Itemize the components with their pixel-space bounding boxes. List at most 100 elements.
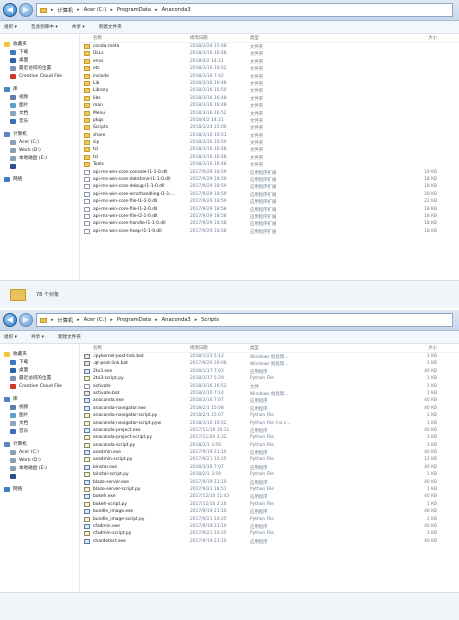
breadcrumb-item[interactable]: Anaconda3 — [162, 317, 191, 323]
sidebar-item[interactable]: 计算机 — [4, 130, 27, 138]
breadcrumb-item[interactable]: Acer (C:) — [84, 317, 107, 323]
file-row[interactable]: binstar.exe 2018/3/16 7:07 应用程序 40 KB — [82, 464, 459, 471]
toolbar-item[interactable]: 包含到库中 ▾ — [31, 24, 58, 30]
file-row[interactable]: conda-meta 2018/3/24 15:48 文件夹 — [82, 43, 459, 50]
file-row[interactable]: asadmin-script.py 2017/9/21 10:25 Python F… — [82, 456, 459, 463]
file-row[interactable]: bundle_image.exe 2017/9/19 21:10 应用程序 40 KB — [82, 508, 459, 515]
column-header-type[interactable]: 类型 — [250, 35, 259, 41]
file-row[interactable]: cfadmin-script.py 2017/9/21 10:25 Python F… — [82, 530, 459, 537]
sidebar-item[interactable]: 桌面 — [10, 56, 28, 64]
toolbar-item[interactable]: 共享 ▾ — [72, 24, 85, 30]
file-row[interactable]: Tools 2018/3/16 16:48 文件夹 — [82, 161, 459, 168]
file-row[interactable]: chardetect.exe 2017/9/19 21:10 应用程序 40 KB — [82, 538, 459, 545]
breadcrumb[interactable]: ▸ 计算机 ▸ Acer (C:) ▸ ProgramData ▸ Anaconda3 — [36, 3, 453, 17]
file-row[interactable]: blaze-server-script.py 2017/9/21 18:51 Pyt… — [82, 486, 459, 493]
file-row[interactable]: pkgs 2018/4/2 14:21 文件夹 — [82, 117, 459, 124]
file-row[interactable]: api-ms-win-core-handle-l1-1-0.dll 2017/9/… — [82, 220, 459, 227]
sidebar-item[interactable]: 本地磁盘 (E:) — [10, 464, 47, 472]
file-row[interactable]: cfadmin.exe 2017/9/19 21:10 应用程序 40 KB — [82, 523, 459, 530]
sidebar-item[interactable]: 图片 — [10, 101, 28, 109]
file-row[interactable]: share 2018/3/16 16:51 文件夹 — [82, 132, 459, 139]
sidebar-item[interactable]: 库 — [4, 85, 18, 93]
breadcrumb-item[interactable]: Scripts — [201, 317, 219, 323]
file-row[interactable]: tcl 2018/3/16 16:48 文件夹 — [82, 146, 459, 153]
sidebar-item[interactable]: Acer (C:) — [10, 138, 39, 146]
file-row[interactable]: DLLs 2018/3/16 16:48 文件夹 — [82, 50, 459, 57]
file-row[interactable]: bokeh.exe 2017/12/10 11:43 应用程序 40 KB — [82, 493, 459, 500]
file-row[interactable]: sip 2018/3/16 16:50 文件夹 — [82, 139, 459, 146]
column-header-type[interactable]: 类型 — [250, 345, 259, 351]
column-header-name[interactable]: 名称 — [93, 35, 102, 41]
file-row[interactable]: 2to3-script.py 2018/3/17 5:29 Python File 1… — [82, 375, 459, 382]
file-row[interactable]: bundle_image-script.py 2017/9/21 10:25 Pyt… — [82, 516, 459, 523]
sidebar-item[interactable]: 音乐 — [10, 427, 28, 435]
breadcrumb[interactable]: ▸ 计算机 ▸ Acer (C:) ▸ ProgramData ▸ Anaconda3 ▸ Scr… — [36, 313, 453, 327]
toolbar-item[interactable]: 新建文件夹 — [58, 334, 81, 340]
file-row[interactable]: bokeh-script.py 2017/12/10 2:16 Python Fil… — [82, 501, 459, 508]
sidebar-item[interactable]: 图片 — [10, 411, 28, 419]
sidebar-item[interactable]: 视频 — [10, 93, 28, 101]
file-row[interactable]: api-ms-win-core-debug-l1-1-0.dll 2017/9/2… — [82, 183, 459, 190]
file-row[interactable]: api-ms-win-core-heap-l1-1-0.dll 2017/9/29… — [82, 228, 459, 235]
forward-button[interactable]: ▶ — [19, 3, 33, 17]
column-header-date[interactable]: 修改日期 — [190, 35, 208, 41]
file-row[interactable]: binstar-script.py 2018/2/1 3:59 Python Fil… — [82, 471, 459, 478]
column-header-size[interactable]: 大小 — [428, 35, 437, 41]
sidebar-item[interactable]: 计算机 — [4, 440, 27, 448]
file-row[interactable]: api-ms-win-core-file-l1-1-0.dll 2017/9/29… — [82, 198, 459, 205]
sidebar-item[interactable]: 视频 — [10, 403, 28, 411]
file-row[interactable]: etc 2018/3/16 16:52 文件夹 — [82, 65, 459, 72]
file-row[interactable]: api-ms-win-core-datetime-l1-1-0.dll 2017/… — [82, 176, 459, 183]
toolbar-item[interactable]: 共享 ▾ — [31, 334, 44, 340]
file-row[interactable]: api-ms-win-core-file-l1-2-0.dll 2017/9/29… — [82, 206, 459, 213]
sidebar-item[interactable]: Creative Cloud File — [10, 72, 62, 80]
toolbar-item[interactable]: 新建文件夹 — [99, 24, 122, 30]
column-header-date[interactable]: 修改日期 — [190, 345, 208, 351]
file-row[interactable]: blaze-server.exe 2017/9/19 21:10 应用程序 40 KB — [82, 479, 459, 486]
sidebar-item[interactable]: 下载 — [10, 48, 28, 56]
file-row[interactable]: anaconda-project-script.py 2017/11/20 3:3… — [82, 434, 459, 441]
file-row[interactable]: activate.bat 2018/2/10 7:14 Windows 批处理...… — [82, 390, 459, 397]
file-row[interactable]: include 2018/3/16 7:42 文件夹 — [82, 73, 459, 80]
file-row[interactable]: anaconda-navigator.exe 2018/2/1 15:08 应用程序… — [82, 405, 459, 412]
breadcrumb-item[interactable]: ProgramData — [117, 317, 151, 323]
breadcrumb-item[interactable]: Anaconda3 — [162, 7, 191, 13]
file-row[interactable]: 2to3.exe 2018/1/17 7:03 应用程序 40 KB — [82, 368, 459, 375]
file-row[interactable]: .qt-post-link.bat 2017/9/20 20:06 Windows … — [82, 360, 459, 367]
file-row[interactable]: tcl 2018/3/16 16:48 文件夹 — [82, 154, 459, 161]
sidebar-item[interactable] — [10, 162, 16, 170]
sidebar-item[interactable] — [10, 472, 16, 480]
breadcrumb-item[interactable]: 计算机 — [58, 7, 74, 14]
file-row[interactable]: api-ms-win-core-console-l1-1-0.dll 2017/9… — [82, 169, 459, 176]
toolbar-item[interactable]: 组织 ▾ — [4, 24, 17, 30]
file-row[interactable]: Menu 2018/3/16 16:52 文件夹 — [82, 110, 459, 117]
file-row[interactable]: Scripts 2018/3/24 15:00 文件夹 — [82, 124, 459, 131]
sidebar-item[interactable]: 最近访问的位置 — [10, 64, 51, 72]
sidebar-item[interactable]: 网络 — [4, 485, 22, 493]
file-row[interactable]: anaconda-navigator-script.pyw 2018/3/16 1… — [82, 420, 459, 427]
breadcrumb-item[interactable]: ProgramData — [117, 7, 151, 13]
sidebar-item[interactable]: 网络 — [4, 175, 22, 183]
file-row[interactable]: asadmin.exe 2017/9/19 21:10 应用程序 40 KB — [82, 449, 459, 456]
sidebar-item[interactable]: 下载 — [10, 358, 28, 366]
column-header-name[interactable]: 名称 — [93, 345, 102, 351]
sidebar-item[interactable]: 文档 — [10, 419, 28, 427]
sidebar-item[interactable]: 最近访问的位置 — [10, 374, 51, 382]
sidebar-item[interactable]: 收藏夹 — [4, 40, 27, 48]
file-row[interactable]: .ipykernel-post-link.bat 2018/1/23 5:12 Wi… — [82, 353, 459, 360]
sidebar-item[interactable]: 收藏夹 — [4, 350, 27, 358]
file-row[interactable]: anaconda.exe 2018/3/16 7:07 应用程序 40 KB — [82, 397, 459, 404]
back-button[interactable]: ◀ — [3, 3, 17, 17]
breadcrumb-item[interactable]: 计算机 — [58, 317, 74, 324]
file-row[interactable]: Lib 2018/3/16 16:48 文件夹 — [82, 80, 459, 87]
sidebar-item[interactable]: 音乐 — [10, 117, 28, 125]
sidebar-item[interactable]: Work (D:) — [10, 146, 41, 154]
file-row[interactable]: api-ms-win-core-file-l2-1-0.dll 2017/9/29… — [82, 213, 459, 220]
file-row[interactable]: libs 2018/3/16 16:48 文件夹 — [82, 95, 459, 102]
back-button[interactable]: ◀ — [3, 313, 17, 327]
file-row[interactable]: anaconda-script.py 2018/2/1 3:59 Python Fi… — [82, 442, 459, 449]
file-row[interactable]: man 2018/3/16 16:48 文件夹 — [82, 102, 459, 109]
file-row[interactable]: activate 2018/3/16 16:52 文件 1 KB — [82, 383, 459, 390]
toolbar-item[interactable]: 组织 ▾ — [4, 334, 17, 340]
file-row[interactable]: envs 2018/4/2 14:21 文件夹 — [82, 58, 459, 65]
